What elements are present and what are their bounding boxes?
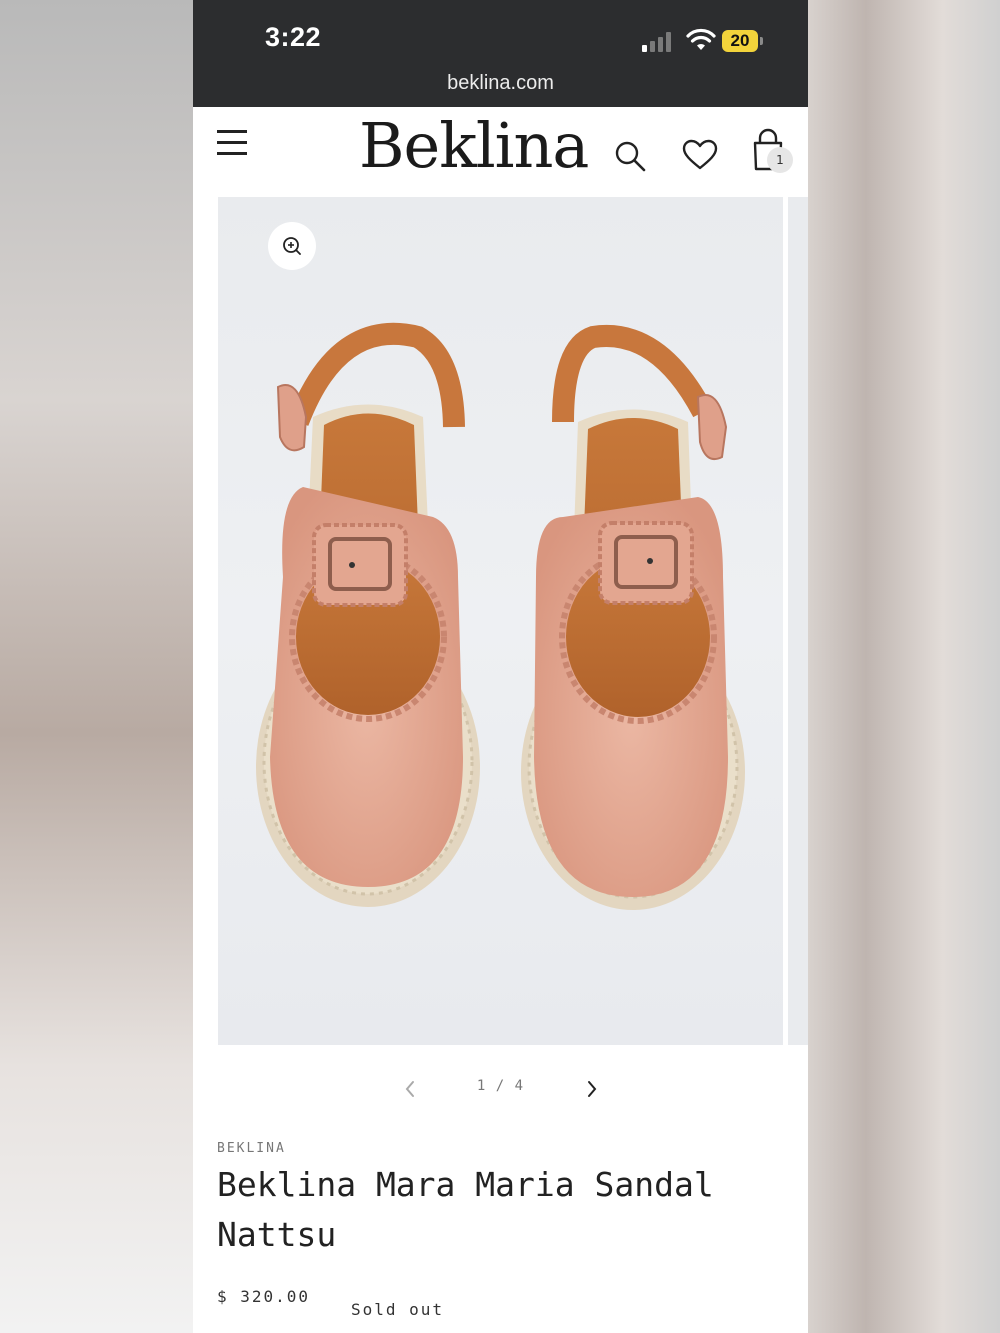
product-vendor[interactable]: BEKLINA xyxy=(217,1141,286,1156)
product-gallery xyxy=(193,197,808,1045)
battery-level: 20 xyxy=(722,30,758,52)
status-bar: 3:22 20 beklina.com xyxy=(193,0,808,107)
zoom-in-icon xyxy=(283,237,301,255)
site-logo[interactable]: Beklina xyxy=(359,109,589,182)
heart-icon[interactable] xyxy=(682,139,718,171)
next-slide-peek[interactable] xyxy=(788,197,808,1045)
left-shoe xyxy=(256,322,480,907)
zoom-button[interactable] xyxy=(268,222,316,270)
gallery-pagination: 1 / 4 xyxy=(193,1072,808,1106)
sold-out-label: Sold out xyxy=(351,1300,445,1319)
battery-tip xyxy=(760,37,763,45)
sandals-illustration xyxy=(256,322,745,910)
phone-screen: 3:22 20 beklina.com Beklina 1 1 / 4 BEKL… xyxy=(193,0,808,1333)
product-image[interactable] xyxy=(218,197,783,1045)
background-blur-left xyxy=(0,0,193,1333)
address-bar-url[interactable]: beklina.com xyxy=(193,72,808,95)
site-header: Beklina xyxy=(193,107,808,197)
wifi-icon xyxy=(686,28,716,50)
menu-icon[interactable] xyxy=(217,127,247,159)
chevron-right-icon[interactable] xyxy=(577,1072,607,1106)
product-price: $ 320.00 xyxy=(217,1287,311,1306)
product-title: Beklina Mara Maria Sandal Nattsu xyxy=(217,1165,714,1254)
slide-counter: 1 / 4 xyxy=(476,1078,525,1094)
search-icon[interactable] xyxy=(613,139,647,173)
cart-count-badge: 1 xyxy=(767,147,793,173)
cellular-signal-icon xyxy=(642,30,676,52)
right-shoe xyxy=(521,325,745,910)
background-blur-right xyxy=(808,0,1000,1333)
status-time: 3:22 xyxy=(265,22,322,52)
